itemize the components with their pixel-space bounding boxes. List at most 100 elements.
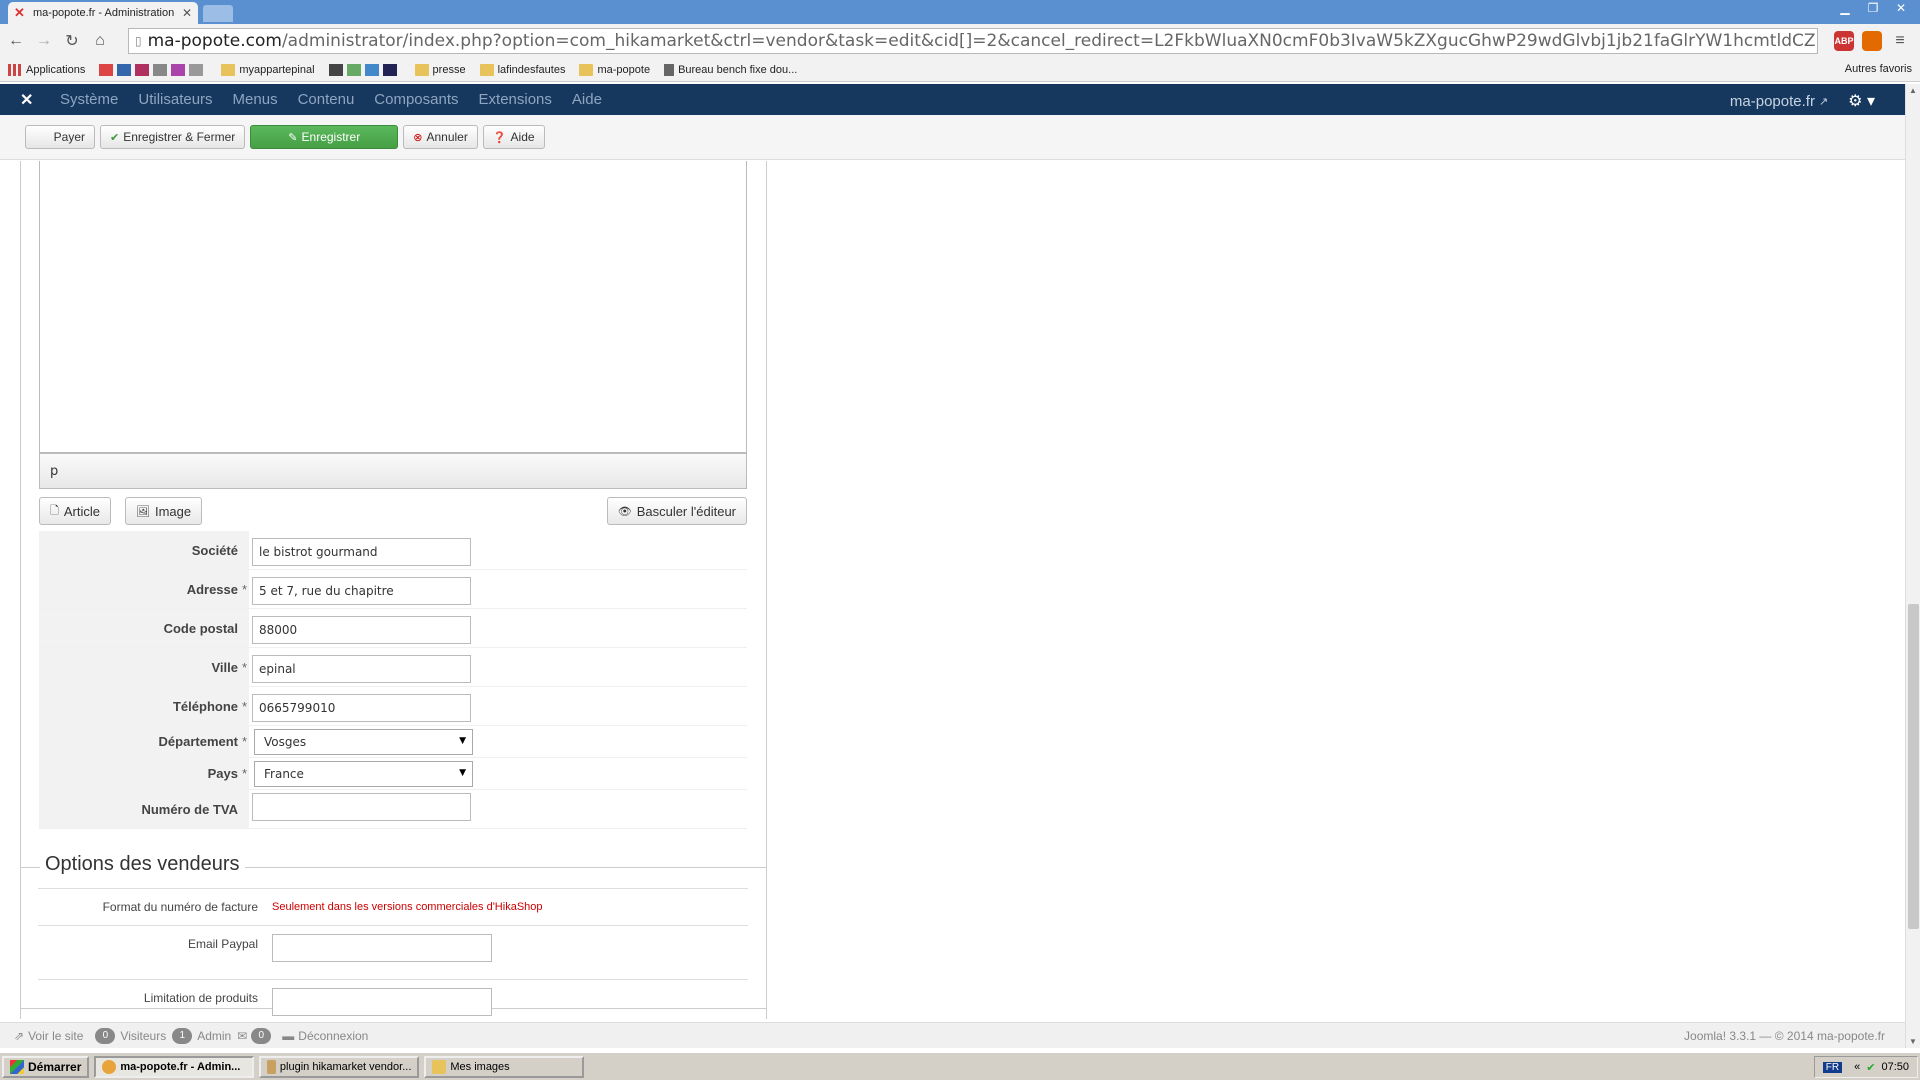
bookmarks-bar: Applications myappartepinal presse lafin… [0, 58, 1920, 82]
cancel-button[interactable]: ⊗ Annuler [403, 125, 478, 149]
joomla-logo-icon[interactable]: ✕ [20, 90, 50, 110]
zip-row: Code postal [39, 609, 747, 648]
menu-extensions[interactable]: Extensions [479, 91, 552, 108]
pay-button[interactable]: Payer [25, 125, 95, 149]
clock: 07:50 [1881, 1061, 1909, 1073]
bookmark-icon[interactable] [135, 63, 150, 76]
windows-taskbar: Démarrer ma-popote.fr - Admin... plugin … [0, 1052, 1920, 1080]
language-indicator[interactable]: FR [1822, 1061, 1843, 1073]
menu-systeme[interactable]: Système [60, 91, 118, 108]
admin-navbar: ✕ Système Utilisateurs Menus Contenu Com… [0, 84, 1905, 115]
mail-icon[interactable] [189, 63, 204, 76]
country-select[interactable]: France ▼ [254, 761, 473, 787]
new-tab-button[interactable] [203, 5, 233, 22]
save-close-button[interactable]: ✔ Enregistrer & Fermer [100, 125, 246, 149]
bookmark-icon[interactable] [171, 63, 186, 76]
menu-menus[interactable]: Menus [233, 91, 278, 108]
bookmark-icon[interactable] [117, 63, 132, 76]
city-row: Ville * [39, 648, 747, 687]
bookmark-applications[interactable]: Applications [8, 63, 85, 76]
dropdown-arrow-icon: ▼ [459, 736, 466, 746]
scrollbar-thumb[interactable] [1908, 604, 1919, 929]
bookmark-presse[interactable]: presse [414, 63, 466, 76]
company-row: Société [39, 531, 747, 570]
browser-toolbar: ← → ↻ ⌂ ▯ ma-popote.com/administrator/in… [0, 24, 1920, 58]
bookmark-bureau[interactable]: Bureau bench fixe dou... [664, 63, 797, 76]
image-icon: 🖼 [136, 505, 150, 518]
department-row: Département * Vosges ▼ [39, 726, 747, 758]
task-plugin[interactable]: plugin hikamarket vendor... [259, 1055, 420, 1078]
phone-field[interactable] [252, 694, 471, 722]
menu-utilisateurs[interactable]: Utilisateurs [138, 91, 212, 108]
city-field[interactable] [252, 655, 471, 683]
messages-indicator[interactable]: ✉ 0 [237, 1027, 276, 1044]
site-link[interactable]: ma-popote.fr [1730, 93, 1815, 110]
editor-status-bar: p [39, 453, 747, 489]
menu-contenu[interactable]: Contenu [298, 91, 355, 108]
back-icon[interactable]: ← [4, 32, 28, 50]
tray-expand-icon[interactable]: « [1854, 1061, 1860, 1073]
admin-indicator: 1 Admin [172, 1027, 231, 1044]
menu-aide[interactable]: Aide [572, 91, 602, 108]
view-site-link[interactable]: ⇗ Voir le site [14, 1029, 83, 1043]
version-info: Joomla! 3.3.1 — © 2014 ma-popote.fr [1684, 1029, 1885, 1043]
start-button[interactable]: Démarrer [2, 1055, 90, 1078]
logout-link[interactable]: ▬ Déconnexion [282, 1029, 368, 1043]
bookmark-myappartepinal[interactable]: myappartepinal [221, 63, 315, 76]
gmail-icon[interactable] [99, 63, 114, 76]
task-chrome[interactable]: ma-popote.fr - Admin... [94, 1055, 255, 1078]
tv-icon[interactable] [382, 63, 397, 76]
product-limit-field[interactable] [272, 988, 492, 1016]
help-button[interactable]: ❓ Aide [482, 125, 545, 149]
bookmark-icon[interactable] [153, 63, 168, 76]
toggle-editor-button[interactable]: 👁 Basculer l'éditeur [606, 497, 747, 525]
url-domain: ma-popote.com [147, 31, 282, 51]
network-icon[interactable]: ✔ [1866, 1061, 1875, 1074]
insert-article-button[interactable]: 🗋 Article [39, 497, 111, 525]
zip-field[interactable] [252, 616, 471, 644]
article-label: Article [63, 503, 100, 519]
scroll-down-icon[interactable]: ▼ [1909, 1037, 1917, 1046]
vat-field[interactable] [252, 793, 471, 821]
menu-composants[interactable]: Composants [374, 91, 458, 108]
company-field[interactable] [252, 538, 471, 566]
minimize-icon[interactable]: ▁ [1834, 0, 1856, 16]
browser-tab-bar: ✕ ma-popote.fr - Administration ✕ ▁ ❐ ✕ [0, 0, 1920, 24]
restore-icon[interactable]: ❐ [1862, 0, 1884, 16]
chrome-menu-icon[interactable]: ≡ [1890, 31, 1910, 51]
edit-icon: ✎ [288, 131, 298, 144]
task-images[interactable]: Mes images [424, 1055, 585, 1078]
home-icon[interactable]: ⌂ [88, 32, 112, 50]
insert-image-button[interactable]: 🖼 Image [125, 497, 203, 525]
system-tray: FR « ✔ 07:50 [1813, 1056, 1918, 1078]
bookmark-ma-popote[interactable]: ma-popote [579, 63, 650, 76]
save-button[interactable]: ✎ Enregistrer [250, 125, 399, 149]
reload-icon[interactable]: ↻ [60, 31, 84, 51]
scroll-up-icon[interactable]: ▲ [1909, 86, 1917, 95]
description-editor[interactable] [39, 161, 747, 453]
bookmark-icon[interactable] [364, 63, 379, 76]
bookmark-other[interactable]: Autres favoris [1845, 63, 1912, 75]
bookmark-icon[interactable] [328, 63, 343, 76]
address-field[interactable] [252, 577, 471, 605]
help-label: Aide [510, 130, 535, 144]
adblock-icon[interactable]: ABP [1834, 31, 1854, 51]
bookmark-lafindesfautes[interactable]: lafindesfautes [479, 63, 565, 76]
department-label: Département * [39, 726, 249, 757]
gear-icon[interactable]: ⚙ ▾ [1848, 91, 1875, 111]
folder-icon [414, 63, 429, 76]
bookmark-icon[interactable] [346, 63, 361, 76]
department-select[interactable]: Vosges ▼ [254, 729, 473, 755]
tab-close-icon[interactable]: ✕ [182, 6, 192, 20]
forward-icon[interactable]: → [32, 32, 56, 50]
visitors-indicator: 0 Visiteurs [95, 1027, 166, 1044]
messages-badge: 0 [251, 1027, 272, 1044]
folder-icon [432, 1059, 447, 1074]
address-bar[interactable]: ▯ ma-popote.com/administrator/index.php?… [128, 28, 1818, 54]
browser-tab-active[interactable]: ✕ ma-popote.fr - Administration ✕ [8, 2, 198, 24]
page-scrollbar[interactable]: ▲ ▼ [1905, 84, 1920, 1048]
extension-icon[interactable] [1862, 31, 1882, 51]
paypal-email-field[interactable] [272, 934, 492, 962]
document-icon [267, 1059, 276, 1074]
close-window-icon[interactable]: ✕ [1890, 0, 1912, 16]
